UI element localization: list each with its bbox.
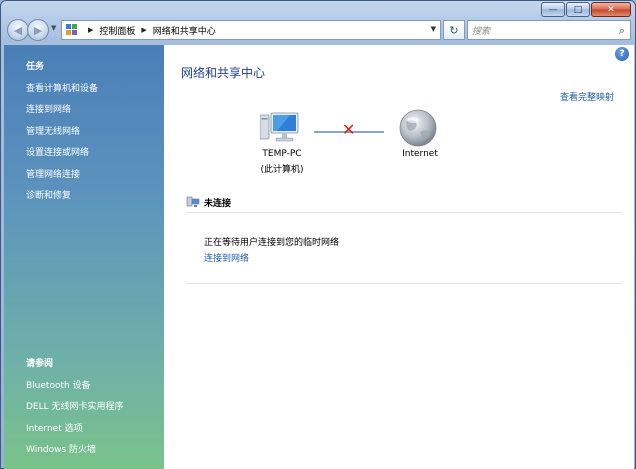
- task-diagnose-repair[interactable]: 诊断和修复: [26, 188, 71, 201]
- minimize-button[interactable]: —: [541, 2, 565, 17]
- network-sharing-center-window: — □ ✕ ◀ ▶ ▼ ▶ 控制面板 ▶ 网络和共享中心 ▼ ↻ 搜索 ⌕ 任务: [0, 0, 636, 469]
- breadcrumb-network-center[interactable]: 网络和共享中心: [153, 24, 216, 37]
- task-connect-network[interactable]: 连接到网络: [26, 102, 71, 115]
- tasks-heading: 任务: [26, 62, 45, 72]
- breadcrumb-separator-icon: ▶: [141, 26, 147, 34]
- breadcrumb-control-panel[interactable]: 控制面板: [99, 24, 135, 37]
- disconnected-x-icon: ✕: [342, 120, 356, 139]
- caption-buttons: — □ ✕: [541, 2, 631, 17]
- recent-pages-dropdown[interactable]: ▼: [51, 24, 56, 32]
- task-manage-wireless[interactable]: 管理无线网络: [26, 124, 80, 137]
- see-also-windows-firewall[interactable]: Windows 防火墙: [26, 442, 96, 455]
- breadcrumb-separator-icon: ▶: [88, 26, 94, 34]
- search-box[interactable]: 搜索 ⌕: [467, 20, 631, 40]
- refresh-icon: ↻: [449, 23, 459, 37]
- connection-status: 未连接: [204, 199, 232, 209]
- back-arrow-icon: ◀: [13, 23, 23, 37]
- connect-to-network-link[interactable]: 连接到网络: [204, 251, 249, 264]
- see-also-internet-options[interactable]: Internet 选项: [26, 421, 83, 434]
- address-dropdown-icon[interactable]: ▼: [431, 25, 436, 33]
- refresh-button[interactable]: ↻: [443, 20, 465, 40]
- navigation-bar: ◀ ▶ ▼ ▶ 控制面板 ▶ 网络和共享中心 ▼ ↻ 搜索 ⌕: [5, 18, 633, 42]
- sidebar: 任务 查看计算机和设备 连接到网络 管理无线网络 设置连接或网络 管理网络连接 …: [4, 45, 164, 469]
- address-bar[interactable]: ▶ 控制面板 ▶ 网络和共享中心 ▼: [61, 20, 441, 40]
- task-setup-connection[interactable]: 设置连接或网络: [26, 145, 89, 158]
- waiting-message: 正在等待用户连接到您的临时网络: [204, 238, 340, 248]
- search-input[interactable]: 搜索: [472, 24, 490, 37]
- back-button[interactable]: ◀: [7, 19, 29, 41]
- view-full-map-link[interactable]: 查看完整映射: [560, 90, 614, 103]
- control-panel-icon: [66, 24, 78, 36]
- status-divider: [186, 212, 622, 213]
- computer-icon[interactable]: [260, 111, 300, 145]
- page-title: 网络和共享中心: [181, 66, 266, 80]
- see-also-heading: 请参阅: [26, 359, 54, 369]
- maximize-button[interactable]: □: [566, 2, 590, 17]
- help-icon[interactable]: ?: [615, 47, 629, 61]
- task-view-computers[interactable]: 查看计算机和设备: [26, 81, 98, 94]
- main-content: ? 网络和共享中心 查看完整映射 ✕ TEMP-PC (此计算机) Intern…: [164, 45, 634, 469]
- section-divider: [186, 283, 622, 284]
- see-also-bluetooth[interactable]: Bluetooth 设备: [26, 378, 91, 391]
- task-manage-connections[interactable]: 管理网络连接: [26, 167, 80, 180]
- see-also-dell-wireless[interactable]: DELL 无线网卡实用程序: [26, 399, 124, 412]
- forward-arrow-icon: ▶: [33, 23, 43, 37]
- computer-name-label: TEMP-PC: [262, 149, 302, 159]
- close-button[interactable]: ✕: [591, 2, 631, 17]
- search-icon[interactable]: ⌕: [619, 24, 625, 38]
- network-status-icon: [186, 196, 200, 207]
- internet-globe-icon[interactable]: [398, 108, 438, 148]
- internet-label: Internet: [402, 149, 438, 159]
- this-computer-label: (此计算机): [260, 165, 304, 175]
- forward-button[interactable]: ▶: [27, 19, 49, 41]
